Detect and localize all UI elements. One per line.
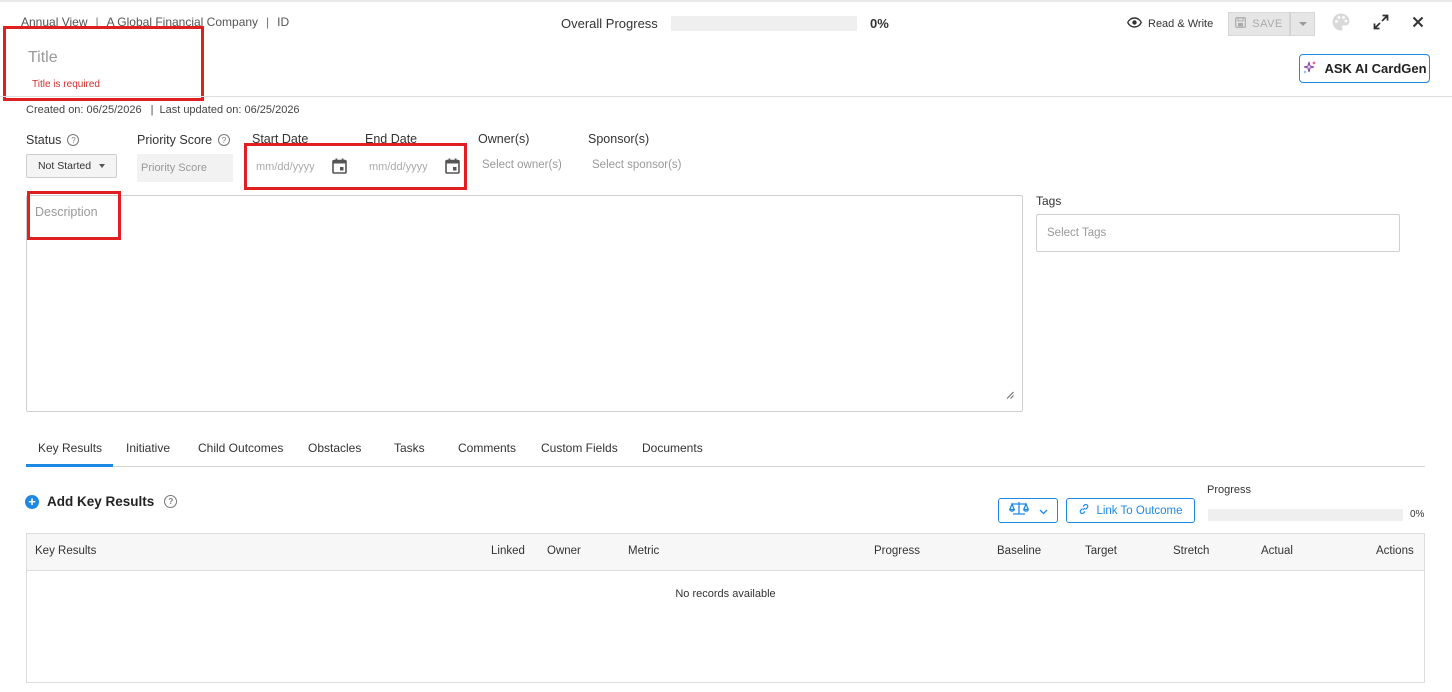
tab-tasks[interactable]: Tasks xyxy=(394,441,425,455)
empty-state: No records available xyxy=(675,588,776,600)
created-value: 06/25/2026 xyxy=(86,104,142,116)
chevron-down-icon xyxy=(1298,22,1307,26)
save-dropdown-button[interactable] xyxy=(1290,12,1315,36)
save-group: SAVE xyxy=(1228,12,1315,36)
link-to-outcome-button[interactable]: Link To Outcome xyxy=(1066,498,1195,523)
link-icon xyxy=(1078,503,1090,518)
save-label: SAVE xyxy=(1252,18,1283,30)
sparkle-icon xyxy=(1302,60,1317,78)
ask-ai-label: ASK AI CardGen xyxy=(1324,61,1427,76)
tab-bar: Key Results Initiative Child Outcomes Ob… xyxy=(26,430,1425,467)
owner-select[interactable]: Select owner(s) xyxy=(482,159,562,171)
tags-label: Tags xyxy=(1036,194,1062,208)
description-textarea[interactable] xyxy=(26,195,1023,412)
kr-progress-value: 0% xyxy=(1410,509,1425,520)
expand-button[interactable] xyxy=(1371,14,1391,34)
mode-toggle[interactable]: Read & Write xyxy=(1127,17,1213,31)
save-button[interactable]: SAVE xyxy=(1228,12,1290,36)
column-baseline[interactable]: Baseline xyxy=(997,545,1041,557)
scale-icon xyxy=(1008,501,1029,521)
updated-value: 06/25/2026 xyxy=(244,104,300,116)
column-actual[interactable]: Actual xyxy=(1261,545,1293,557)
tab-child-outcomes[interactable]: Child Outcomes xyxy=(198,441,283,455)
link-to-outcome-label: Link To Outcome xyxy=(1096,504,1183,517)
weight-button[interactable] xyxy=(998,498,1058,523)
help-icon[interactable]: ? xyxy=(67,134,80,146)
tab-key-results[interactable]: Key Results xyxy=(38,441,102,455)
column-metric[interactable]: Metric xyxy=(628,545,659,557)
chevron-down-icon xyxy=(1039,502,1048,520)
table-header: Key Results Linked Owner Metric Progress… xyxy=(27,534,1424,571)
tab-custom-fields[interactable]: Custom Fields xyxy=(541,441,618,455)
chevron-down-icon xyxy=(99,164,106,168)
owner-label: Owner(s) xyxy=(478,132,530,146)
overall-progress-bar xyxy=(671,16,857,31)
timestamps: Created on: 06/25/2026 | Last updated on: … xyxy=(26,104,300,116)
priority-score-input[interactable]: Priority Score xyxy=(137,154,233,182)
tab-initiative[interactable]: Initiative xyxy=(126,441,170,455)
status-value: Not Started xyxy=(37,160,92,172)
overall-progress-label: Overall Progress xyxy=(561,16,658,31)
top-strip xyxy=(0,0,1452,2)
updated-label: Last updated on: xyxy=(159,104,242,116)
column-actions[interactable]: Actions xyxy=(1376,545,1414,557)
status-label: Status xyxy=(26,133,62,147)
help-icon[interactable]: ? xyxy=(164,495,178,508)
close-button[interactable] xyxy=(1409,15,1427,33)
close-icon xyxy=(1412,15,1424,33)
column-progress[interactable]: Progress xyxy=(874,545,920,557)
eye-icon xyxy=(1127,17,1142,31)
kr-progress-label: Progress xyxy=(1207,484,1252,496)
priority-field-label: Priority Score ? xyxy=(137,133,231,147)
plus-icon: + xyxy=(25,494,39,509)
column-owner[interactable]: Owner xyxy=(547,545,581,557)
expand-icon xyxy=(1373,14,1389,35)
kr-progress-bar xyxy=(1208,509,1403,521)
sponsor-select[interactable]: Select sponsor(s) xyxy=(592,159,681,171)
column-target[interactable]: Target xyxy=(1085,545,1117,557)
key-results-table: Key Results Linked Owner Metric Progress… xyxy=(26,533,1425,683)
tab-documents[interactable]: Documents xyxy=(642,441,703,455)
ask-ai-button[interactable]: ASK AI CardGen xyxy=(1299,54,1430,83)
add-key-results-button[interactable]: + Add Key Results ? xyxy=(25,494,178,509)
status-field-label: Status ? xyxy=(26,133,80,147)
column-stretch[interactable]: Stretch xyxy=(1173,545,1209,557)
header-divider xyxy=(0,96,1452,97)
resize-handle-icon[interactable] xyxy=(1006,386,1014,404)
tab-obstacles[interactable]: Obstacles xyxy=(308,441,361,455)
column-key-results[interactable]: Key Results xyxy=(35,545,96,557)
status-select[interactable]: Not Started xyxy=(26,154,117,178)
highlight-dates xyxy=(244,143,467,190)
tags-select[interactable]: Select Tags xyxy=(1036,214,1400,252)
highlight-description xyxy=(27,191,121,240)
active-tab-indicator xyxy=(26,464,113,467)
save-disk-icon xyxy=(1235,17,1247,31)
breadcrumb-id: ID xyxy=(277,15,290,29)
help-icon[interactable]: ? xyxy=(218,134,231,146)
sponsor-label: Sponsor(s) xyxy=(588,132,650,146)
tab-comments[interactable]: Comments xyxy=(458,441,516,455)
palette-icon xyxy=(1331,12,1351,37)
column-linked[interactable]: Linked xyxy=(491,545,525,557)
overall-progress-value: 0% xyxy=(870,16,889,31)
mode-label: Read & Write xyxy=(1148,18,1214,30)
highlight-title xyxy=(3,26,204,101)
add-key-results-label: Add Key Results xyxy=(47,494,155,509)
theme-button[interactable] xyxy=(1330,13,1352,35)
priority-label: Priority Score xyxy=(137,133,213,147)
created-label: Created on: xyxy=(26,104,84,116)
